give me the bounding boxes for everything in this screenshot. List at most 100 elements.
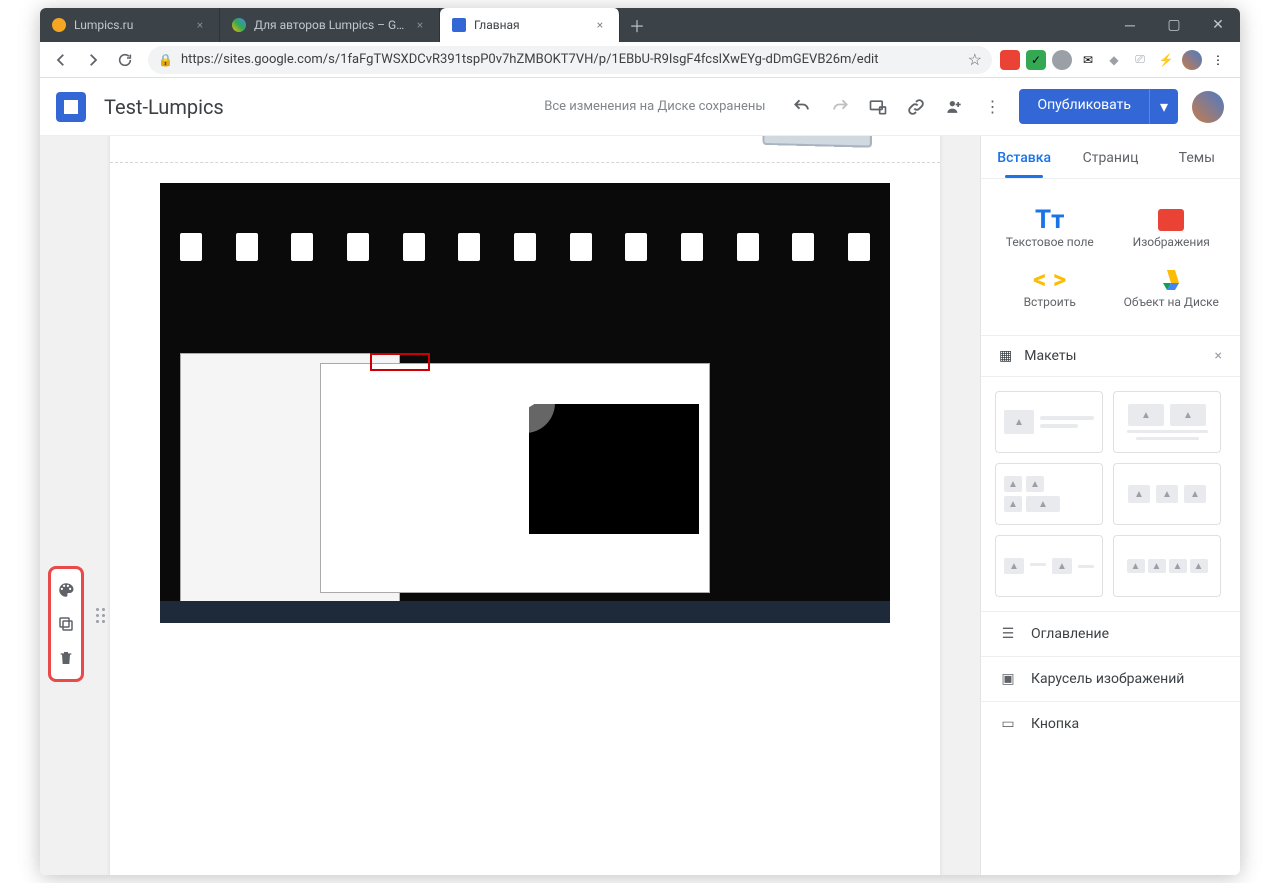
share-button[interactable] [935, 88, 973, 126]
section-palette-button[interactable] [51, 575, 81, 605]
redo-button[interactable] [821, 88, 859, 126]
layouts-grid: ▲ ▲▲ ▲▲ ▲▲ ▲▲▲ ▲ [981, 377, 1240, 611]
insert-toc-button[interactable]: ☰ Оглавление [981, 611, 1240, 656]
new-tab-button[interactable]: ＋ [620, 8, 654, 42]
favicon-icon [232, 18, 246, 32]
play-icon[interactable] [495, 373, 555, 433]
insert-drive-button[interactable]: Объект на Диске [1111, 257, 1233, 317]
editor-canvas[interactable] [40, 136, 980, 875]
hero-image [760, 136, 890, 156]
insert-embed-button[interactable]: < > Встроить [989, 257, 1111, 317]
header-section [110, 136, 940, 162]
insert-label: Объект на Диске [1111, 295, 1233, 309]
reload-button[interactable] [110, 45, 140, 75]
insert-grid: Tт Текстовое поле Изображения < > Встрои… [981, 179, 1240, 335]
embedded-video[interactable] [160, 183, 890, 623]
extension-icon[interactable]: ⚡ [1156, 50, 1176, 70]
layouts-icon: ▦ [999, 348, 1012, 364]
favicon-icon [452, 18, 466, 32]
list-label: Кнопка [1031, 716, 1079, 732]
omnibox[interactable]: 🔒 ☆ [148, 46, 992, 74]
video-highlight-box [370, 353, 430, 371]
desktop-icons [180, 233, 870, 261]
section-tools-highlighted [48, 566, 84, 682]
extension-icon[interactable]: ⎚ [1130, 50, 1150, 70]
tab-themes[interactable]: Темы [1154, 136, 1240, 178]
close-window-button[interactable]: ✕ [1196, 8, 1240, 42]
save-status: Все изменения на Диске сохранены [544, 99, 765, 114]
publish-dropdown-icon[interactable]: ▾ [1149, 89, 1178, 124]
video-taskbar [160, 601, 890, 623]
site-name[interactable]: Test-Lumpics [104, 95, 224, 119]
maximize-button[interactable]: ▢ [1152, 8, 1196, 42]
close-icon[interactable]: × [1215, 348, 1222, 364]
section-delete-button[interactable] [51, 643, 81, 673]
browser-tab-2[interactable]: Главная × [440, 8, 620, 42]
insert-label: Текстовое поле [989, 235, 1111, 249]
insert-label: Изображения [1111, 235, 1233, 249]
sites-logo-icon[interactable] [56, 92, 86, 122]
section-duplicate-button[interactable] [51, 609, 81, 639]
browser-tab-0[interactable]: Lumpics.ru × [40, 8, 220, 42]
button-icon: ▭ [999, 716, 1017, 732]
section-divider [110, 162, 940, 163]
insert-carousel-button[interactable]: ▣ Карусель изображений [981, 656, 1240, 701]
embed-icon: < > [989, 265, 1111, 295]
rail-tabs: Вставка Страниц Темы [981, 136, 1240, 179]
insert-label: Встроить [989, 295, 1111, 309]
close-icon[interactable]: × [413, 18, 427, 32]
layout-option[interactable]: ▲ [995, 391, 1103, 453]
drive-icon [1111, 265, 1233, 295]
close-icon[interactable]: × [193, 18, 207, 32]
browser-tab-1[interactable]: Для авторов Lumpics – Google Д × [220, 8, 440, 42]
publish-label[interactable]: Опубликовать [1019, 89, 1149, 124]
profile-avatar-icon[interactable] [1182, 50, 1202, 70]
list-label: Оглавление [1031, 626, 1109, 642]
image-icon [1111, 205, 1233, 235]
extension-icon[interactable]: ✓ [1026, 50, 1046, 70]
extensions-row: ✓ ✉ ◆ ⎚ ⚡ ⋮ [1000, 50, 1234, 70]
more-icon[interactable]: ⋮ [973, 88, 1011, 126]
layout-option[interactable]: ▲▲▲ [1113, 463, 1221, 525]
tab-strip: Lumpics.ru × Для авторов Lumpics – Googl… [40, 8, 654, 42]
app-header: Test-Lumpics Все изменения на Диске сохр… [40, 78, 1240, 136]
close-icon[interactable]: × [593, 18, 607, 32]
tab-insert[interactable]: Вставка [981, 136, 1067, 178]
carousel-icon: ▣ [999, 671, 1017, 687]
drag-handle-icon[interactable] [96, 608, 108, 628]
insert-text-button[interactable]: Tт Текстовое поле [989, 197, 1111, 257]
extension-icon[interactable] [1052, 50, 1072, 70]
page-canvas[interactable] [110, 136, 940, 875]
browser-menu-icon[interactable]: ⋮ [1208, 50, 1228, 70]
extension-icon[interactable]: ✉ [1078, 50, 1098, 70]
tab-label: Главная [474, 18, 585, 32]
publish-button[interactable]: Опубликовать ▾ [1019, 89, 1178, 124]
layout-option[interactable]: ▲▲ ▲▲ [995, 463, 1103, 525]
tab-pages[interactable]: Страниц [1067, 136, 1153, 178]
extension-icon[interactable] [1000, 50, 1020, 70]
link-button[interactable] [897, 88, 935, 126]
url-input[interactable] [181, 52, 960, 67]
account-avatar[interactable] [1192, 91, 1224, 123]
bookmark-star-icon[interactable]: ☆ [968, 50, 982, 69]
insert-image-button[interactable]: Изображения [1111, 197, 1233, 257]
back-button[interactable] [46, 45, 76, 75]
layout-option[interactable]: ▲▲ [1113, 391, 1221, 453]
layouts-label: Макеты [1024, 348, 1076, 364]
list-label: Карусель изображений [1031, 671, 1184, 687]
browser-titlebar: Lumpics.ru × Для авторов Lumpics – Googl… [40, 8, 1240, 42]
tab-label: Для авторов Lumpics – Google Д [254, 18, 405, 32]
window-controls: ─ ▢ ✕ [1108, 8, 1240, 42]
lock-icon: 🔒 [158, 53, 173, 67]
tab-label: Lumpics.ru [74, 18, 185, 32]
minimize-button[interactable]: ─ [1108, 8, 1152, 42]
extension-icon[interactable]: ◆ [1104, 50, 1124, 70]
toc-icon: ☰ [999, 626, 1017, 642]
insert-button-button[interactable]: ▭ Кнопка [981, 701, 1240, 746]
layout-option[interactable]: ▲ ▲ [995, 535, 1103, 597]
preview-button[interactable] [859, 88, 897, 126]
layout-option[interactable]: ▲▲▲▲ [1113, 535, 1221, 597]
forward-button[interactable] [78, 45, 108, 75]
address-bar: 🔒 ☆ ✓ ✉ ◆ ⎚ ⚡ ⋮ [40, 42, 1240, 78]
undo-button[interactable] [783, 88, 821, 126]
